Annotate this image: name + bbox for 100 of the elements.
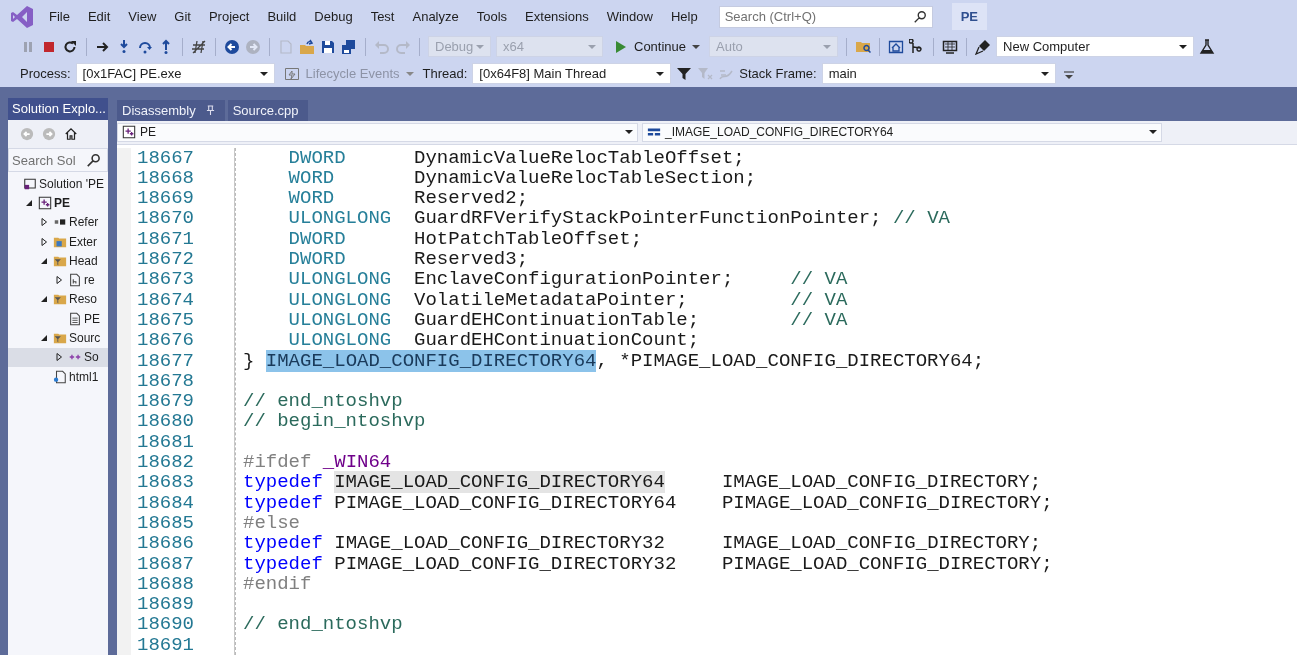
line-number: 18686 [137,533,195,554]
open-folder-icon[interactable] [299,38,315,55]
solution-name[interactable]: PE [951,3,988,30]
filter-icon[interactable] [676,65,693,82]
panel-title[interactable]: Solution Explo... [8,98,108,120]
project-icon [38,195,52,210]
code-line: // end_ntoshvp [243,613,403,636]
scope-dropdown[interactable]: _IMAGE_LOAD_CONFIG_DIRECTORY64 [642,122,1162,142]
hash-icon[interactable] [191,38,207,55]
code-line: typedef IMAGE_LOAD_CONFIG_DIRECTORY32 IMAGE_LOAD_CONFIG_DIRECTORY; [243,532,1042,555]
tree-item[interactable]: Reso [8,289,108,310]
menu-item[interactable]: Window [597,9,662,24]
caret-icon [692,42,701,51]
menu-item[interactable]: Extensions [516,9,598,24]
line-number: 18679 [137,391,195,412]
expanded-arrow-icon[interactable] [25,198,33,207]
folder-icon [53,331,67,345]
menu-item[interactable]: Tools [467,9,517,24]
search-field[interactable]: Search (Ctrl+Q) [718,5,933,28]
menu-item[interactable]: File [40,9,79,24]
dropdown[interactable]: [0x64F8] Main Thread [472,63,672,84]
line-number: 18691 [137,634,195,655]
continue-button[interactable]: Continue [608,36,705,57]
restart-icon[interactable] [62,38,78,55]
expanded-arrow-icon[interactable] [40,256,48,265]
line-number: 18673 [137,269,195,290]
line-number: 18678 [137,370,195,392]
line-number: 18683 [137,472,195,493]
menu-item[interactable]: Help [661,9,707,24]
code-line: typedef PIMAGE_LOAD_CONFIG_DIRECTORY32 PIMAGE_LOAD_CONFIG_DIRECTORY; [243,552,1053,575]
app-logo-icon [10,4,34,29]
menu-item[interactable]: Git [165,9,200,24]
line-number: 18688 [137,573,195,595]
code-line: ULONGLONG VolatileMetadataPointer; // VA [287,288,848,311]
menu-item[interactable]: Test [361,9,404,24]
flask-icon[interactable] [1199,38,1216,55]
caret-icon [823,42,832,51]
code-line: #ifdef _WIN64 [243,451,392,474]
editor-tab[interactable]: Source.cpp [227,100,309,122]
collapsed-arrow-icon[interactable] [40,218,48,227]
line-number: 18682 [137,452,195,473]
caret-icon [1040,69,1049,78]
caret-icon [1179,42,1188,51]
tree-item[interactable]: Head [8,251,108,271]
search-field[interactable]: Search Sol [8,148,108,172]
save-all-icon[interactable] [341,38,357,55]
caret-icon [476,42,484,51]
code-line: // end_ntoshvp [243,390,403,413]
line-number: 18690 [137,614,195,635]
save-icon[interactable] [320,38,336,55]
search-icon[interactable] [912,9,927,24]
collapsed-arrow-icon[interactable] [55,353,63,362]
expanded-arrow-icon[interactable] [40,334,48,342]
tree-item[interactable]: Solution 'PE [8,174,108,194]
monitor-icon[interactable] [942,38,959,55]
line-number: 18687 [137,553,195,574]
html-file-icon [53,369,67,384]
dropdown[interactable]: [0x1FAC] PE.exe [75,63,275,84]
pin-icon[interactable] [205,105,215,117]
tree-item[interactable]: Refer [8,212,108,232]
caret-icon [625,128,633,137]
code-line: } IMAGE_LOAD_CONFIG_DIRECTORY64, *PIMAGE_LOAD_CONFIG_DIRECTORY64; [243,349,985,372]
tree-item[interactable]: html1 [8,366,108,387]
menu-item[interactable]: Build [258,9,306,24]
code-line: DWORD Reserved3; [287,248,529,271]
collapsed-arrow-icon[interactable] [40,237,48,246]
line-number: 18667 [137,147,195,168]
caret-icon [1149,128,1157,137]
menu-item[interactable]: Analyze [403,9,468,24]
tree-item[interactable]: re [8,270,108,290]
code-line: typedef IMAGE_LOAD_CONFIG_DIRECTORY64 IMAGE_LOAD_CONFIG_DIRECTORY; [243,471,1042,494]
brush-icon[interactable] [975,38,992,55]
home-icon[interactable] [64,127,78,141]
collapsed-arrow-icon[interactable] [55,276,63,285]
search-icon[interactable] [86,153,100,167]
project-dropdown[interactable]: PE [117,122,638,142]
line-number: 18689 [137,594,195,615]
line-number: 18668 [137,167,195,189]
tree-item[interactable]: Exter [8,231,108,252]
browser-icon[interactable] [888,38,905,55]
dropdown[interactable]: main [821,63,1056,84]
tree-item[interactable]: So [8,347,108,367]
menu-item[interactable]: Edit [78,9,120,24]
file-icon [68,311,82,326]
caret-icon [656,69,665,78]
tree-item[interactable]: Sourc [8,328,108,348]
code-line: // begin_ntoshvp [243,410,426,433]
menu-item[interactable]: View [119,9,166,24]
menu-item[interactable]: Project [199,9,259,24]
code-line: DWORD DynamicValueRelocTableOffset; [287,146,745,169]
tree-item[interactable]: PE [8,309,108,329]
solution-icon [23,176,37,191]
back-icon[interactable] [224,38,240,55]
tree-item[interactable]: PE [8,193,108,213]
menu-item[interactable]: Debug [305,9,362,24]
project-icon [122,125,136,140]
expanded-arrow-icon[interactable] [40,295,48,304]
dropdown[interactable]: New Computer [996,36,1195,57]
editor-tab[interactable]: Disassembly [117,100,225,122]
code-line: #else [243,511,300,534]
